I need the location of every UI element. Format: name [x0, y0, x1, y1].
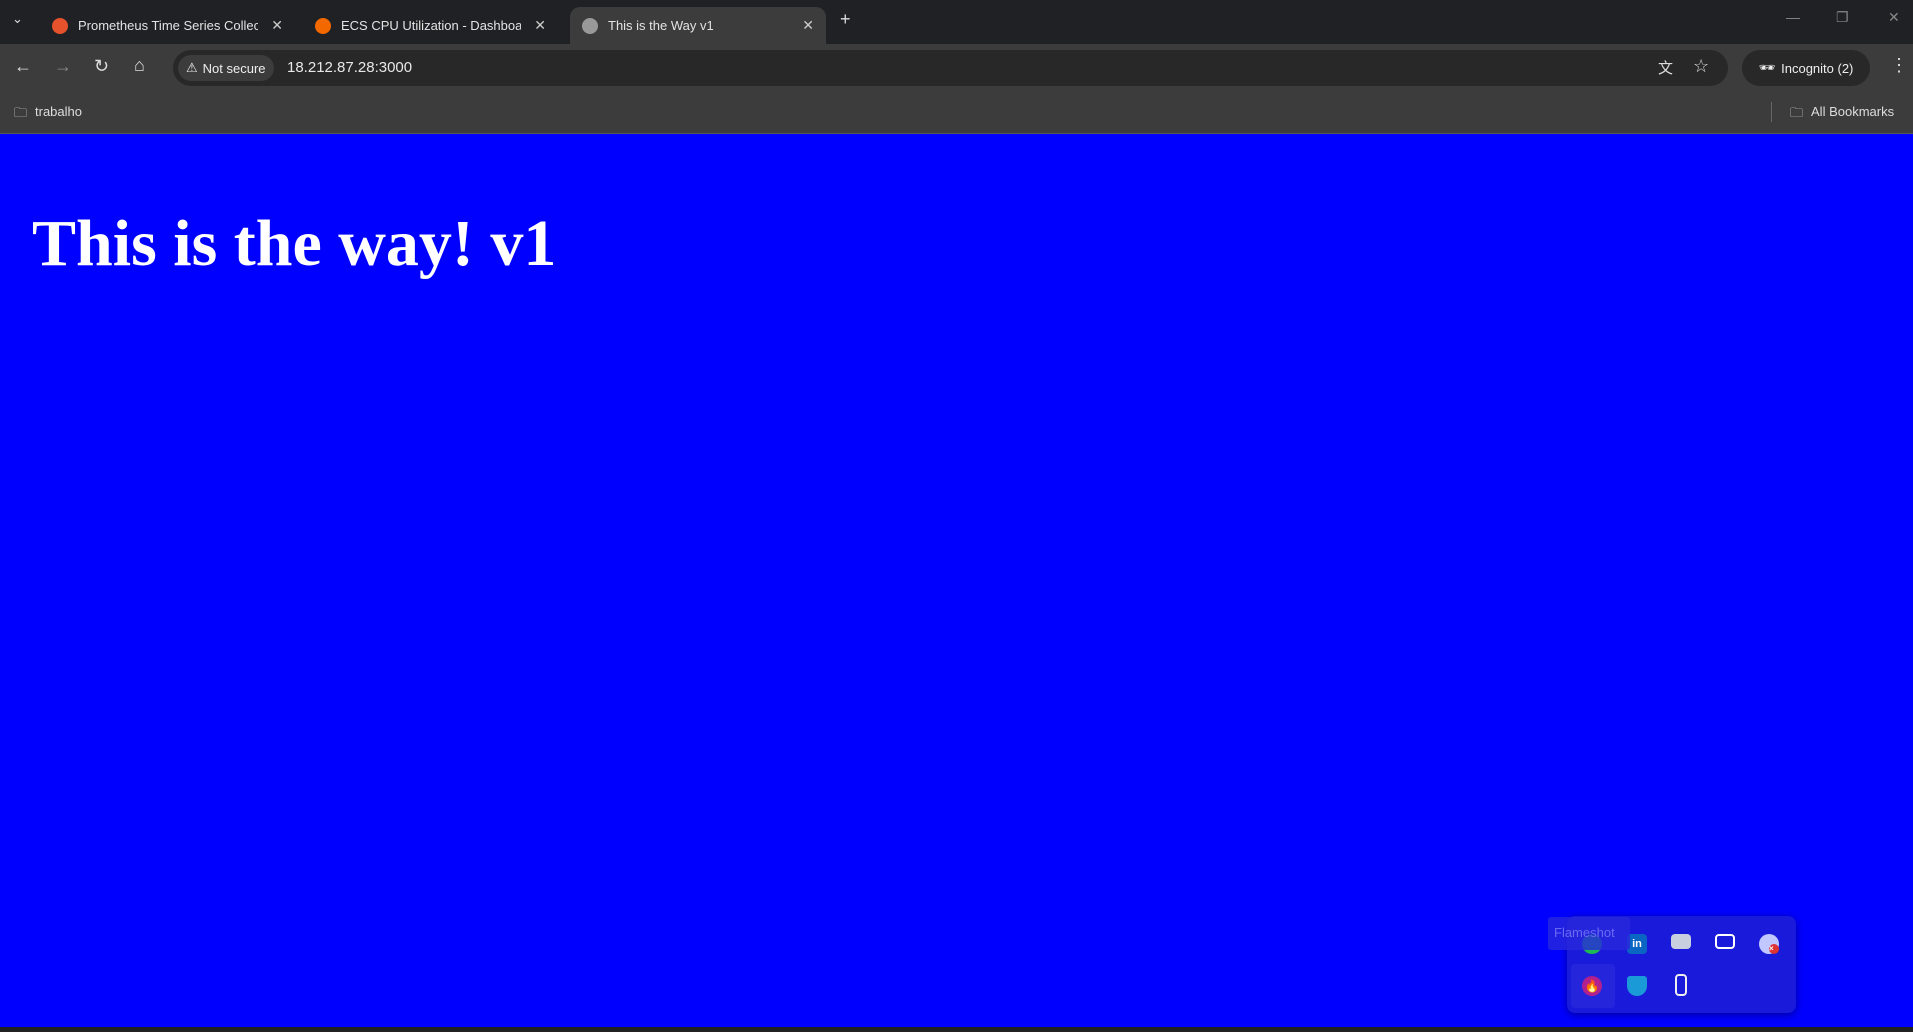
- all-bookmarks-label: All Bookmarks: [1811, 104, 1895, 119]
- tab-this-is-the-way[interactable]: This is the Way v1 ✕: [570, 7, 826, 44]
- tab-title: This is the Way v1: [608, 18, 714, 33]
- folder-icon: 🗀: [1790, 105, 1804, 120]
- tab-prometheus[interactable]: Prometheus Time Series Collec ✕: [40, 7, 295, 44]
- taskbar: [0, 1027, 1913, 1032]
- folder-icon: 🗀: [14, 105, 28, 120]
- onedrive-error-icon[interactable]: ×: [1759, 934, 1779, 954]
- incognito-button[interactable]: 🕶 Incognito (2): [1742, 50, 1870, 86]
- close-tab-icon[interactable]: ✕: [534, 17, 546, 34]
- security-label: Not secure: [202, 60, 266, 76]
- minimize-button[interactable]: —: [1786, 9, 1800, 25]
- reload-button[interactable]: ↻: [94, 56, 109, 77]
- tab-strip: ⌄ Prometheus Time Series Collec ✕ ECS CP…: [0, 0, 1913, 44]
- defender-icon[interactable]: [1627, 976, 1647, 996]
- prometheus-icon: [52, 17, 68, 34]
- usb-eject-icon[interactable]: [1675, 974, 1687, 996]
- tab-search-button[interactable]: ⌄: [12, 11, 23, 27]
- flameshot-icon[interactable]: 🔥: [1582, 976, 1602, 996]
- tab-title: Prometheus Time Series Collec: [78, 18, 258, 33]
- home-button[interactable]: ⌂: [134, 55, 145, 76]
- security-chip[interactable]: ⚠ Not secure: [178, 55, 274, 81]
- bookmarks-bar: 🗀 trabalho 🗀 All Bookmarks: [0, 92, 1913, 134]
- close-tab-icon[interactable]: ✕: [271, 17, 283, 34]
- warning-icon: ⚠: [186, 60, 198, 75]
- tab-title: ECS CPU Utilization - Dashboard: [341, 18, 521, 33]
- incognito-label: Incognito (2): [1781, 60, 1854, 76]
- linkedin-icon[interactable]: in: [1627, 934, 1647, 954]
- display-icon[interactable]: [1671, 934, 1691, 949]
- address-bar[interactable]: ⚠ Not secure 18.212.87.28:3000 ⽂ ☆: [173, 50, 1728, 86]
- close-window-button[interactable]: ✕: [1888, 9, 1900, 26]
- incognito-icon: 🕶: [1758, 60, 1776, 75]
- folder-label: trabalho: [35, 104, 82, 119]
- divider: [1771, 102, 1772, 122]
- all-bookmarks-button[interactable]: 🗀 All Bookmarks: [1790, 104, 1894, 126]
- tab-grafana[interactable]: ECS CPU Utilization - Dashboard ✕: [303, 7, 558, 44]
- translate-icon[interactable]: ⽂: [1658, 57, 1673, 78]
- url-text[interactable]: 18.212.87.28:3000: [287, 59, 412, 76]
- back-button[interactable]: ←: [14, 56, 32, 77]
- globe-icon: [582, 17, 598, 34]
- grafana-icon: [315, 17, 331, 34]
- bookmark-star-icon[interactable]: ☆: [1693, 56, 1709, 77]
- menu-button[interactable]: ⋮: [1890, 55, 1908, 76]
- bookmark-folder-trabalho[interactable]: 🗀 trabalho: [14, 104, 82, 126]
- page-heading: This is the way! v1: [32, 207, 557, 280]
- forward-button[interactable]: →: [54, 56, 72, 77]
- remote-desktop-icon[interactable]: [1715, 934, 1735, 949]
- tooltip: Flameshot: [1548, 917, 1630, 950]
- toolbar: ← → ↻ ⌂ ⚠ Not secure 18.212.87.28:3000 ⽂ …: [0, 44, 1913, 92]
- restore-button[interactable]: ❐: [1836, 9, 1849, 26]
- close-tab-icon[interactable]: ✕: [802, 17, 814, 34]
- new-tab-button[interactable]: +: [840, 9, 851, 30]
